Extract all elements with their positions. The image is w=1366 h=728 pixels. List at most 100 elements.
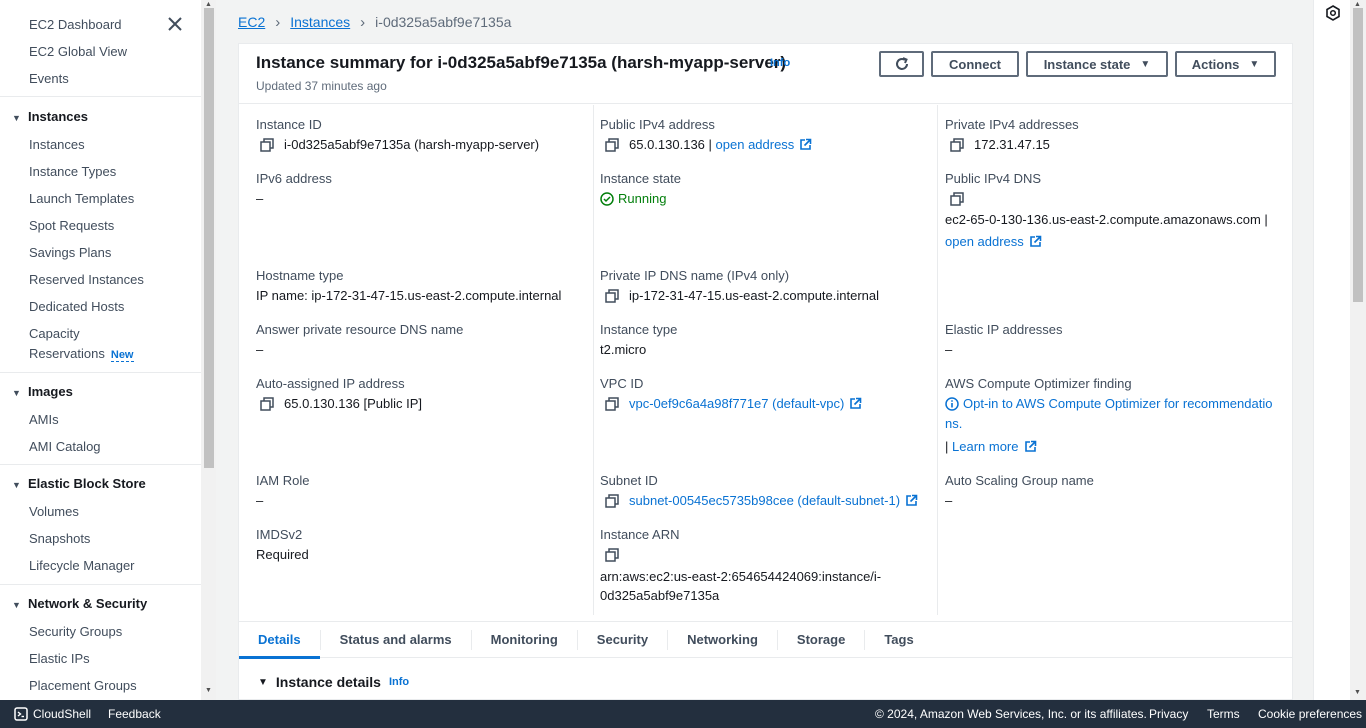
sidebar-section-elastic-block-store[interactable]: ▼ Elastic Block Store (12, 476, 146, 491)
scroll-down-icon[interactable]: ▼ (205, 687, 212, 694)
sidebar-item-security-groups[interactable]: Security Groups (29, 624, 122, 639)
instance-arn-value-line1: arn:aws:ec2:us-east-2:654654424069:insta… (600, 569, 882, 584)
sidebar-item-reserved-instances[interactable]: Reserved Instances (29, 272, 144, 287)
cloudshell-icon[interactable] (14, 707, 28, 721)
optimizer-value-line2[interactable]: ns. (945, 416, 962, 431)
new-badge: New (110, 349, 134, 362)
instance-details-header[interactable]: ▼ Instance details Info (258, 674, 409, 690)
terms-link[interactable]: Terms (1207, 707, 1240, 721)
refresh-icon (895, 57, 908, 70)
sidebar-item-savings-plans[interactable]: Savings Plans (29, 245, 111, 260)
breadcrumb-current: i-0d325a5abf9e7135a (375, 14, 512, 30)
actions-label: Actions (1191, 56, 1240, 72)
sidebar-item-snapshots[interactable]: Snapshots (29, 531, 90, 546)
sidebar-item-ec2-global-view[interactable]: EC2 Global View (29, 44, 127, 59)
private-ipv4-value: 172.31.47.15 (950, 137, 1050, 152)
sidebar-section-network-security[interactable]: ▼ Network & Security (12, 596, 147, 611)
copy-icon[interactable] (605, 396, 619, 411)
feedback-link[interactable]: Feedback (108, 707, 161, 721)
tab-details[interactable]: Details (239, 621, 320, 659)
sidebar-divider (0, 372, 201, 373)
copy-icon[interactable] (260, 396, 274, 411)
tab-tags[interactable]: Tags (865, 621, 932, 658)
sidebar-item-capacity-reservations-line2[interactable]: Reservations New (29, 346, 134, 362)
privacy-link[interactable]: Privacy (1149, 707, 1188, 721)
tab-security[interactable]: Security (578, 621, 667, 658)
copy-icon[interactable] (950, 137, 964, 152)
sidebar-divider (0, 96, 201, 97)
copy-icon[interactable] (260, 137, 274, 152)
instance-state-label: Instance state (600, 171, 681, 186)
info-link[interactable]: Info (770, 57, 790, 69)
scrollbar-thumb[interactable] (204, 8, 214, 468)
sidebar-item-events[interactable]: Events (29, 71, 69, 86)
caret-down-icon: ▼ (1140, 58, 1151, 70)
close-icon[interactable] (166, 15, 184, 33)
sidebar-item-volumes[interactable]: Volumes (29, 504, 79, 519)
copy-icon[interactable] (950, 192, 964, 206)
breadcrumb-instances[interactable]: Instances (290, 14, 350, 30)
scroll-up-icon[interactable]: ▲ (1354, 1, 1361, 8)
sidebar-item-instances[interactable]: Instances (29, 137, 85, 152)
caret-down-icon: ▼ (12, 600, 21, 610)
tab-status-and-alarms[interactable]: Status and alarms (321, 621, 471, 658)
connect-button[interactable]: Connect (931, 51, 1019, 77)
tab-networking[interactable]: Networking (668, 621, 777, 658)
copyright-text: © 2024, Amazon Web Services, Inc. or its… (875, 707, 1147, 721)
copy-icon[interactable] (605, 493, 619, 508)
sidebar-item-dedicated-hosts[interactable]: Dedicated Hosts (29, 299, 124, 314)
sidebar-scrollbar[interactable]: ▲ ▼ (201, 0, 216, 700)
cloudshell-link[interactable]: CloudShell (33, 707, 91, 721)
actions-button[interactable]: Actions ▼ (1175, 51, 1276, 77)
sidebar-item-ami-catalog[interactable]: AMI Catalog (29, 439, 101, 454)
caret-down-icon: ▼ (12, 388, 21, 398)
private-dns-value: ip-172-31-47-15.us-east-2.compute.intern… (605, 288, 879, 303)
sidebar-item-launch-templates[interactable]: Launch Templates (29, 191, 134, 206)
sidebar-item-placement-groups[interactable]: Placement Groups (29, 678, 137, 693)
public-ipv4-label: Public IPv4 address (600, 117, 715, 132)
subnet-id-link[interactable]: subnet-00545ec5735b98cee (default-subnet… (629, 493, 900, 508)
main-scrollbar[interactable]: ▲ ▼ (1350, 0, 1366, 700)
auto-ip-text: 65.0.130.136 [Public IP] (284, 396, 423, 411)
sidebar-item-instance-types[interactable]: Instance Types (29, 164, 116, 179)
learn-more-link[interactable]: Learn more (952, 439, 1018, 454)
cookie-preferences-link[interactable]: Cookie preferences (1258, 707, 1362, 721)
sidebar-section-images[interactable]: ▼ Images (12, 384, 73, 399)
page-title: Instance summary for i-0d325a5abf9e7135a… (256, 53, 787, 72)
sidebar-item-spot-requests[interactable]: Spot Requests (29, 218, 114, 233)
info-link[interactable]: Info (389, 676, 409, 688)
instance-state-button[interactable]: Instance state ▼ (1026, 51, 1168, 77)
ipv6-label: IPv6 address (256, 171, 332, 186)
caret-down-icon: ▼ (12, 113, 21, 123)
scroll-up-icon[interactable]: ▲ (205, 1, 212, 8)
tab-storage[interactable]: Storage (778, 621, 864, 658)
updated-text: Updated 37 minutes ago (256, 79, 387, 93)
optimizer-opt-in-link[interactable]: Opt-in to AWS Compute Optimizer for reco… (963, 396, 1272, 411)
scrollbar-thumb[interactable] (1353, 8, 1363, 302)
vpc-id-link[interactable]: vpc-0ef9c6a4a98f771e7 (default-vpc) (629, 396, 844, 411)
sidebar-item-elastic-ips[interactable]: Elastic IPs (29, 651, 90, 666)
sidebar-item-amis[interactable]: AMIs (29, 412, 59, 427)
sidebar-section-instances[interactable]: ▼ Instances (12, 109, 88, 124)
sidebar-item-lifecycle-manager[interactable]: Lifecycle Manager (29, 558, 135, 573)
caret-down-icon: ▼ (12, 480, 21, 490)
sidebar-item-capacity-reservations[interactable]: Capacity (29, 326, 80, 341)
open-address-link[interactable]: open address (945, 234, 1024, 249)
sidebar-item-ec2-dashboard[interactable]: EC2 Dashboard (29, 17, 122, 32)
copy-icon[interactable] (605, 288, 619, 303)
open-address-link[interactable]: open address (716, 137, 795, 152)
asg-name-value: – (945, 493, 953, 508)
optimizer-value-line1: Opt-in to AWS Compute Optimizer for reco… (945, 396, 1272, 411)
scroll-down-icon[interactable]: ▼ (1354, 689, 1361, 696)
chevron-right-icon: › (360, 13, 366, 31)
asg-name-label: Auto Scaling Group name (945, 473, 1094, 488)
copy-icon[interactable] (605, 548, 619, 562)
breadcrumb-ec2[interactable]: EC2 (238, 14, 265, 30)
copy-icon[interactable] (605, 137, 619, 152)
hexagon-settings-icon[interactable] (1325, 5, 1341, 21)
hostname-type-label: Hostname type (256, 268, 344, 283)
instance-state-value: Running (600, 191, 666, 206)
refresh-button[interactable] (879, 51, 924, 77)
running-status-text: Running (618, 191, 667, 206)
tab-monitoring[interactable]: Monitoring (472, 621, 577, 658)
